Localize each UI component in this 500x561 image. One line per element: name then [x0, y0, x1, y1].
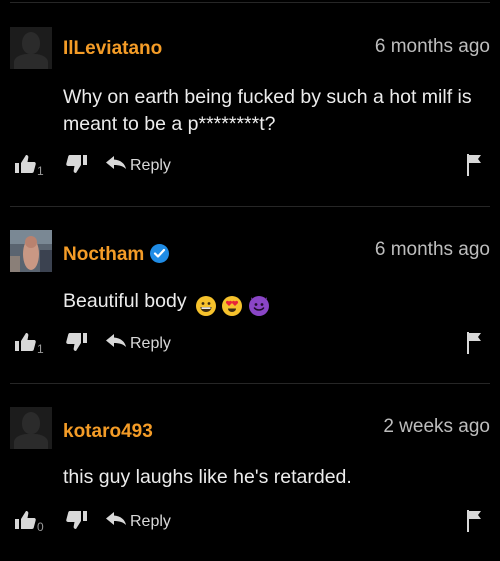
comment-text: Beautiful body	[63, 288, 488, 319]
reply-arrow-icon	[106, 334, 126, 353]
username-text[interactable]: Noctham	[63, 244, 144, 265]
comment-text: this guy laughs like he's retarded.	[63, 466, 352, 488]
thumbs-down-icon	[66, 511, 88, 534]
like-count: 1	[37, 164, 44, 178]
dislike-button[interactable]	[66, 154, 88, 179]
flag-icon	[466, 332, 482, 358]
avatar[interactable]	[10, 27, 52, 69]
comment-text-content: Beautiful body	[63, 290, 187, 312]
dislike-button[interactable]	[66, 332, 88, 357]
reply-label: Reply	[130, 512, 171, 530]
comment-divider	[10, 2, 490, 3]
flag-button[interactable]	[466, 332, 482, 359]
reply-button[interactable]: Reply	[106, 334, 171, 353]
comment-divider	[10, 206, 490, 207]
timestamp: 2 weeks ago	[383, 416, 490, 437]
thumbs-up-icon	[14, 332, 36, 357]
comment-divider	[10, 383, 490, 384]
like-button[interactable]: 1	[14, 154, 44, 179]
like-button[interactable]: 1	[14, 332, 44, 357]
flag-button[interactable]	[466, 154, 482, 181]
comment-actions: 1 Reply	[0, 332, 500, 360]
reply-button[interactable]: Reply	[106, 156, 171, 175]
like-count: 1	[37, 342, 44, 356]
emoji-group	[196, 292, 270, 319]
grinning-face-emoji	[196, 295, 217, 316]
reply-button[interactable]: Reply	[106, 512, 171, 531]
reply-arrow-icon	[106, 156, 126, 175]
reply-label: Reply	[130, 156, 171, 174]
comment-text: Why on earth being fucked by such a hot …	[63, 86, 472, 135]
flag-button[interactable]	[466, 510, 482, 537]
avatar[interactable]	[10, 230, 52, 272]
like-count: 0	[37, 520, 44, 534]
timestamp: 6 months ago	[374, 36, 490, 57]
thumbs-down-icon	[66, 333, 88, 356]
flag-icon	[466, 510, 482, 536]
thumbs-down-icon	[66, 155, 88, 178]
avatar[interactable]	[10, 407, 52, 449]
username[interactable]: IlLeviatano	[63, 38, 162, 60]
thumbs-up-icon	[14, 510, 36, 535]
verified-badge-icon	[150, 244, 170, 263]
heart-eyes-emoji	[222, 295, 243, 316]
comment-actions: 1 Reply	[0, 154, 500, 182]
comment-actions: 0 Reply	[0, 510, 500, 538]
dislike-button[interactable]	[66, 510, 88, 535]
username[interactable]: Noctham	[63, 244, 170, 266]
timestamp: 6 months ago	[374, 239, 490, 260]
thumbs-up-icon	[14, 154, 36, 179]
reply-label: Reply	[130, 334, 171, 352]
reply-arrow-icon	[106, 512, 126, 531]
username[interactable]: kotaro493	[63, 421, 153, 443]
smiling-imp-emoji	[248, 295, 269, 316]
like-button[interactable]: 0	[14, 510, 44, 535]
flag-icon	[466, 154, 482, 180]
